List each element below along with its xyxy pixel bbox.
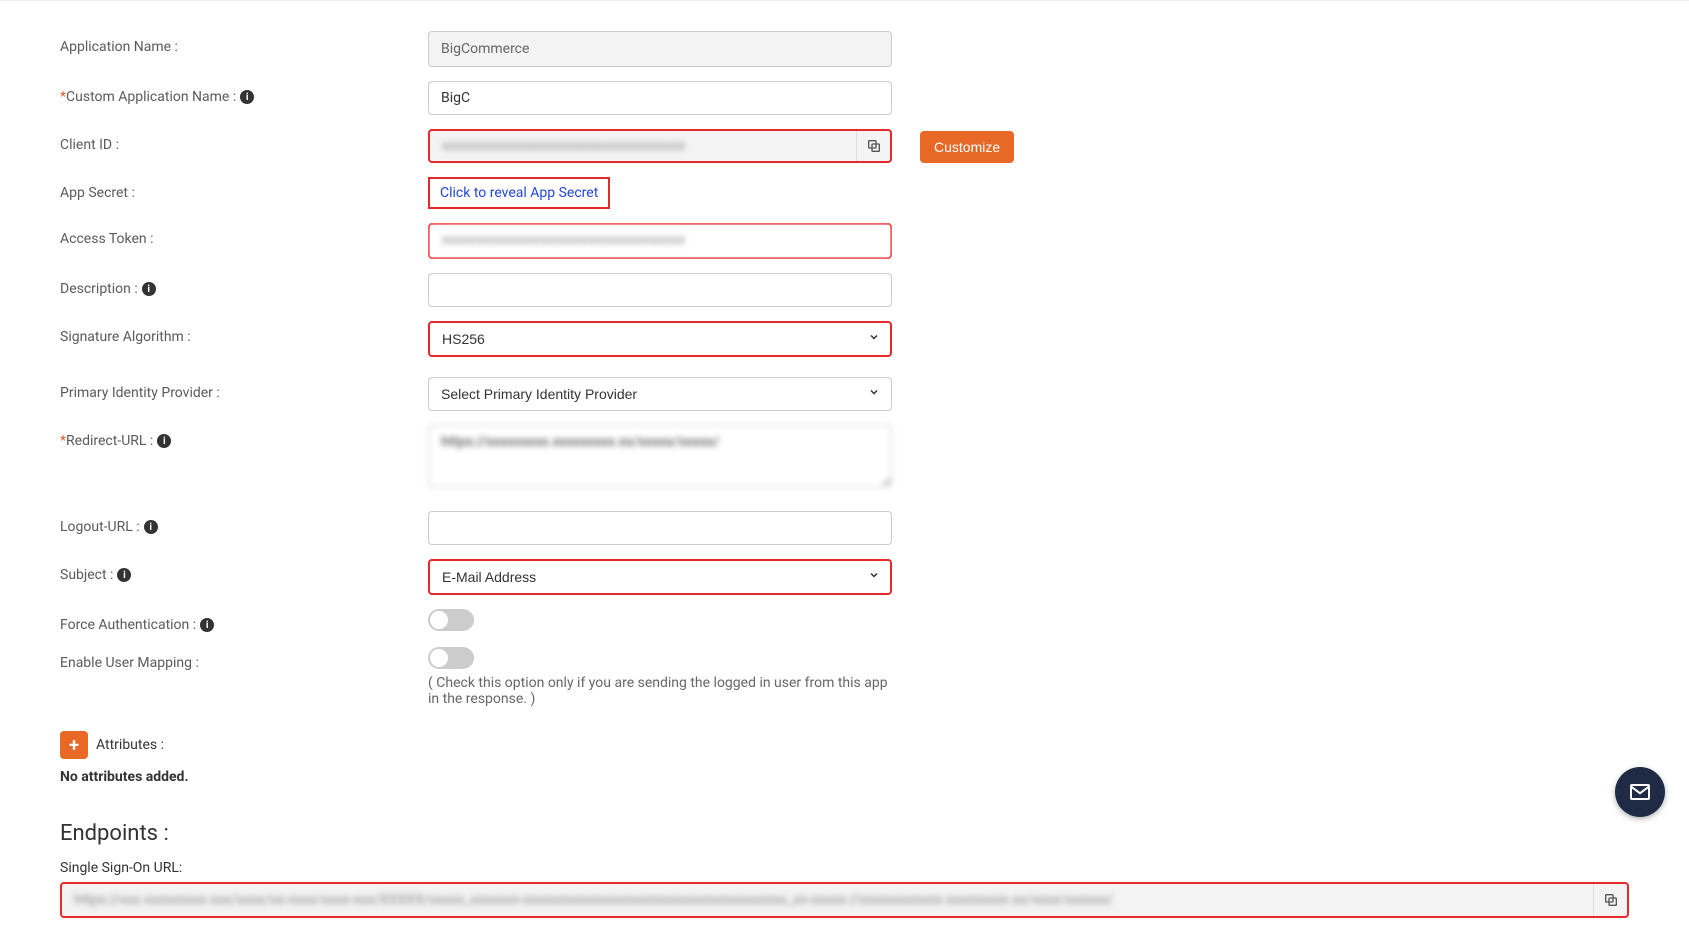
row-subject: Subject : i E-Mail Address <box>60 559 1629 595</box>
row-app-secret: App Secret : Click to reveal App Secret <box>60 177 1629 209</box>
signature-algorithm-select[interactable]: HS256 <box>428 321 892 357</box>
application-name-text: BigCommerce <box>441 41 529 57</box>
label-text: Description : <box>60 281 138 297</box>
label-access-token: Access Token : <box>60 223 428 247</box>
row-redirect-url: * Redirect-URL : i https://xxxxxxxxx.xxx… <box>60 425 1629 491</box>
row-access-token: Access Token : xxxxxxxxxxxxxxxxxxxxxxxxx… <box>60 223 1629 259</box>
enable-user-mapping-toggle[interactable] <box>428 647 474 669</box>
label-text: Logout-URL : <box>60 519 140 535</box>
force-auth-toggle[interactable] <box>428 609 474 631</box>
subject-select-wrap: E-Mail Address <box>428 559 892 595</box>
label-enable-user-mapping: Enable User Mapping : <box>60 647 428 671</box>
row-description: Description : i <box>60 273 1629 307</box>
row-custom-app-name: * Custom Application Name : i <box>60 81 1629 115</box>
label-text: Client ID : <box>60 137 119 153</box>
primary-idp-select[interactable]: Select Primary Identity Provider <box>428 377 892 411</box>
label-text: Access Token : <box>60 231 154 247</box>
label-text: Redirect-URL : <box>66 433 153 449</box>
label-client-id: Client ID : <box>60 129 428 153</box>
endpoints-heading: Endpoints : <box>60 821 1629 846</box>
label-primary-idp: Primary Identity Provider : <box>60 377 428 401</box>
label-text: Force Authentication : <box>60 617 196 633</box>
reveal-app-secret-link[interactable]: Click to reveal App Secret <box>428 177 610 209</box>
label-redirect-url: * Redirect-URL : i <box>60 425 428 449</box>
primary-idp-select-wrap: Select Primary Identity Provider <box>428 377 892 411</box>
toggle-knob <box>430 649 448 667</box>
label-text: Primary Identity Provider : <box>60 385 220 401</box>
row-application-name: Application Name : BigCommerce <box>60 31 1629 67</box>
copy-sso-url-button[interactable] <box>1593 884 1627 916</box>
add-attribute-button[interactable]: + <box>60 731 88 759</box>
label-text: Subject : <box>60 567 113 583</box>
label-force-auth: Force Authentication : i <box>60 609 428 633</box>
copy-icon <box>866 138 882 154</box>
info-icon[interactable]: i <box>240 90 254 104</box>
info-icon[interactable]: i <box>117 568 131 582</box>
application-config-form: Application Name : BigCommerce * Custom … <box>0 0 1689 948</box>
info-icon[interactable]: i <box>142 282 156 296</box>
sso-url-value: https://xxx.xxxxxxxxx.xxx/xxxx/xx-xxxx/x… <box>62 884 1593 916</box>
label-text: App Secret : <box>60 185 135 201</box>
access-token-field: xxxxxxxxxxxxxxxxxxxxxxxxxxxxxxxxxxx <box>428 223 892 259</box>
info-icon[interactable]: i <box>157 434 171 448</box>
description-input[interactable] <box>428 273 892 307</box>
label-text: Enable User Mapping : <box>60 655 199 671</box>
row-logout-url: Logout-URL : i <box>60 511 1629 545</box>
row-signature-algorithm: Signature Algorithm : HS256 <box>60 321 1629 357</box>
application-name-value: BigCommerce <box>428 31 892 67</box>
subject-select[interactable]: E-Mail Address <box>428 559 892 595</box>
mail-icon <box>1628 780 1652 804</box>
label-text: Application Name : <box>60 39 178 55</box>
no-attributes-text: No attributes added. <box>60 769 1629 785</box>
sso-url-label: Single Sign-On URL: <box>60 860 1629 876</box>
label-app-secret: App Secret : <box>60 177 428 201</box>
access-token-value: xxxxxxxxxxxxxxxxxxxxxxxxxxxxxxxxxxx <box>430 225 890 257</box>
label-signature-algorithm: Signature Algorithm : <box>60 321 428 345</box>
redirect-url-textarea[interactable]: https://xxxxxxxxx.xxxxxxxxx.xx/xxxxx/xxx… <box>428 425 892 487</box>
toggle-knob <box>430 611 448 629</box>
row-force-auth: Force Authentication : i <box>60 609 1629 633</box>
sso-url-field: https://xxx.xxxxxxxxx.xxx/xxxx/xx-xxxx/x… <box>60 882 1629 918</box>
row-attributes: + Attributes : <box>60 731 1629 759</box>
copy-icon <box>1603 892 1619 908</box>
copy-client-id-button[interactable] <box>856 131 890 161</box>
row-enable-user-mapping: Enable User Mapping : ( Check this optio… <box>60 647 1629 707</box>
row-primary-idp: Primary Identity Provider : Select Prima… <box>60 377 1629 411</box>
client-id-field: xxxxxxxxxxxxxxxxxxxxxxxxxxxxxxxxxxx <box>428 129 892 163</box>
logout-url-input[interactable] <box>428 511 892 545</box>
info-icon[interactable]: i <box>200 618 214 632</box>
customize-button[interactable]: Customize <box>920 131 1014 163</box>
label-text: Custom Application Name : <box>66 89 236 105</box>
label-application-name: Application Name : <box>60 31 428 55</box>
enable-user-mapping-hint: ( Check this option only if you are send… <box>428 675 892 707</box>
label-text: Signature Algorithm : <box>60 329 191 345</box>
client-id-value: xxxxxxxxxxxxxxxxxxxxxxxxxxxxxxxxxxx <box>430 131 856 161</box>
signature-algorithm-select-wrap: HS256 <box>428 321 892 357</box>
chat-fab-button[interactable] <box>1615 767 1665 817</box>
custom-app-name-input[interactable] <box>428 81 892 115</box>
attributes-label: Attributes : <box>96 737 164 753</box>
info-icon[interactable]: i <box>144 520 158 534</box>
label-description: Description : i <box>60 273 428 297</box>
label-subject: Subject : i <box>60 559 428 583</box>
row-client-id: Client ID : xxxxxxxxxxxxxxxxxxxxxxxxxxxx… <box>60 129 1629 163</box>
label-logout-url: Logout-URL : i <box>60 511 428 535</box>
label-custom-app-name: * Custom Application Name : i <box>60 81 428 105</box>
